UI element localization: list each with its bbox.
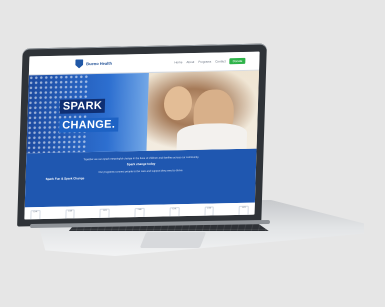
nav-item-about[interactable]: About bbox=[186, 60, 194, 64]
nav-item-contact[interactable]: Contact bbox=[215, 59, 225, 63]
site-logo[interactable]: Bueno Health bbox=[75, 59, 112, 69]
headline-line1: SPARK bbox=[59, 98, 106, 114]
hero-shirt bbox=[176, 122, 248, 151]
hero-headline: SPARK CHANGE. bbox=[59, 96, 119, 135]
laptop-lid: Bueno Health Home About Programs Contact… bbox=[17, 43, 267, 227]
nav-item-home[interactable]: Home bbox=[174, 60, 182, 64]
laptop-trackpad bbox=[139, 232, 207, 248]
donate-button[interactable]: Donate bbox=[229, 57, 246, 65]
footer-link[interactable]: Link bbox=[65, 209, 76, 220]
footer-link[interactable]: Link bbox=[169, 207, 180, 218]
footer-link[interactable]: Link bbox=[30, 210, 41, 220]
site-nav: Home About Programs Contact Donate bbox=[174, 57, 246, 65]
logo-icon bbox=[75, 59, 83, 68]
footer-link[interactable]: Link bbox=[204, 206, 215, 217]
hero-banner: SPARK CHANGE. bbox=[26, 70, 260, 154]
footer-link[interactable]: Link bbox=[134, 207, 145, 219]
laptop-scene: Bueno Health Home About Programs Contact… bbox=[0, 0, 385, 307]
laptop-screen: Bueno Health Home About Programs Contact… bbox=[24, 51, 260, 220]
nav-item-programs[interactable]: Programs bbox=[198, 60, 211, 64]
logo-text: Bueno Health bbox=[86, 60, 113, 66]
footer-link[interactable]: Link bbox=[99, 208, 110, 219]
content-section: Together we can spark meaningful change … bbox=[24, 148, 257, 208]
headline-line2: CHANGE. bbox=[59, 117, 119, 133]
footer-link[interactable]: Link bbox=[238, 205, 249, 216]
spark-link[interactable]: Spark Fun & Spark Change bbox=[46, 174, 236, 181]
